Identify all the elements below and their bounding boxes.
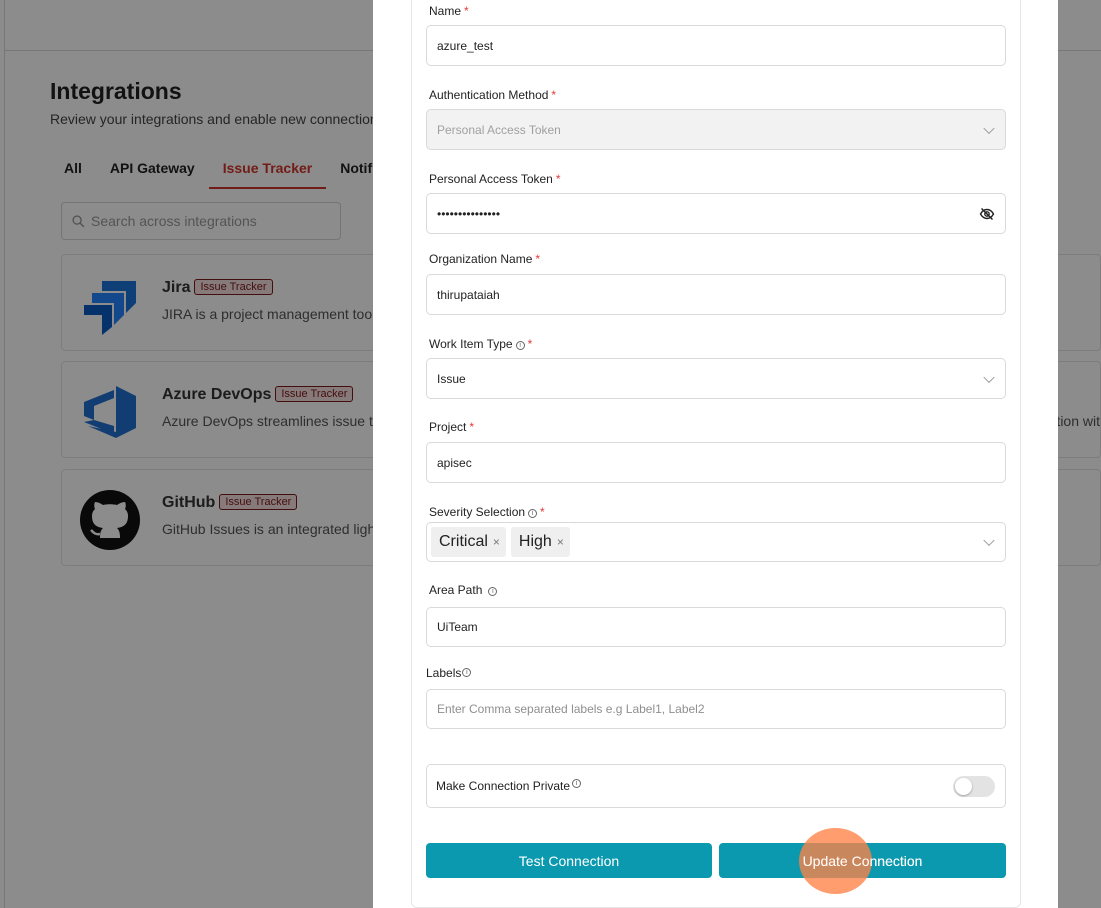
labels-placeholder: Enter Comma separated labels e.g Label1,… bbox=[437, 702, 705, 716]
work-item-type-label-text: Work Item Type bbox=[429, 337, 513, 351]
auth-method-label: Authentication Method * bbox=[429, 88, 556, 102]
info-icon[interactable]: i bbox=[572, 778, 582, 788]
severity-multiselect[interactable]: Critical × High × bbox=[426, 522, 1006, 562]
toggle-knob bbox=[955, 778, 972, 795]
info-icon[interactable]: i bbox=[528, 509, 538, 518]
pat-password-input[interactable]: ••••••••••••••• bbox=[426, 193, 1006, 234]
test-connection-button[interactable]: Test Connection bbox=[426, 843, 712, 878]
work-item-type-select[interactable]: Issue bbox=[426, 358, 1006, 399]
pat-label: Personal Access Token * bbox=[429, 172, 561, 186]
labels-input[interactable]: Enter Comma separated labels e.g Label1,… bbox=[426, 689, 1006, 729]
tag-label: High bbox=[518, 533, 552, 550]
project-input[interactable]: apisec bbox=[426, 442, 1006, 483]
required-mark: * bbox=[469, 420, 475, 434]
pat-masked-value: ••••••••••••••• bbox=[437, 206, 501, 221]
name-label-text: Name bbox=[429, 4, 462, 18]
org-label: Organization Name * bbox=[429, 252, 540, 266]
tag-label: Critical bbox=[439, 533, 488, 550]
project-value: apisec bbox=[437, 455, 472, 470]
required-mark: * bbox=[540, 505, 545, 519]
project-label-text: Project bbox=[429, 420, 467, 434]
required-mark: * bbox=[464, 4, 469, 18]
name-label: Name * bbox=[429, 4, 469, 18]
work-item-type-label: Work Item Type i * bbox=[429, 337, 532, 351]
name-value: azure_test bbox=[437, 38, 494, 53]
remove-tag-icon[interactable]: × bbox=[557, 535, 564, 549]
area-path-label: Area Path i bbox=[429, 583, 498, 597]
area-path-value: UiTeam bbox=[437, 620, 478, 634]
chevron-down-icon bbox=[983, 371, 995, 383]
info-icon[interactable]: i bbox=[515, 341, 525, 350]
chevron-down-icon bbox=[983, 534, 995, 547]
organization-value: thirupataiah bbox=[437, 287, 500, 302]
severity-tag-critical: Critical × bbox=[431, 527, 506, 557]
severity-label-text: Severity Selection bbox=[429, 505, 526, 519]
org-label-text: Organization Name bbox=[429, 252, 533, 266]
auth-method-value: Personal Access Token bbox=[437, 122, 561, 137]
private-connection-toggle[interactable] bbox=[953, 776, 995, 797]
labels-label-text: Labels bbox=[426, 666, 462, 680]
update-connection-button[interactable]: Update Connection bbox=[719, 843, 1006, 878]
area-path-label-text: Area Path bbox=[429, 583, 483, 597]
name-input[interactable]: azure_test bbox=[426, 25, 1006, 66]
severity-tag-high: High × bbox=[510, 527, 570, 557]
required-mark: * bbox=[535, 252, 541, 266]
info-icon[interactable]: i bbox=[462, 668, 472, 677]
organization-input[interactable]: thirupataiah bbox=[426, 274, 1006, 315]
chevron-down-icon bbox=[983, 122, 995, 134]
project-label: Project * bbox=[429, 420, 474, 434]
pat-label-text: Personal Access Token bbox=[429, 172, 553, 186]
required-mark: * bbox=[527, 337, 533, 351]
area-path-input[interactable]: UiTeam bbox=[426, 607, 1006, 647]
auth-method-label-text: Authentication Method bbox=[429, 88, 549, 102]
labels-label: Labels i bbox=[426, 666, 472, 680]
required-mark: * bbox=[551, 88, 557, 102]
remove-tag-icon[interactable]: × bbox=[493, 535, 500, 549]
private-connection-row: Make Connection Private i bbox=[426, 764, 1006, 808]
required-mark: * bbox=[555, 172, 561, 186]
work-item-type-value: Issue bbox=[437, 371, 466, 386]
info-icon[interactable]: i bbox=[488, 587, 498, 596]
private-connection-label: Make Connection Private bbox=[436, 779, 571, 793]
severity-label: Severity Selection i * bbox=[429, 505, 545, 519]
eye-slash-icon[interactable] bbox=[979, 206, 995, 222]
auth-method-select: Personal Access Token bbox=[426, 109, 1006, 150]
